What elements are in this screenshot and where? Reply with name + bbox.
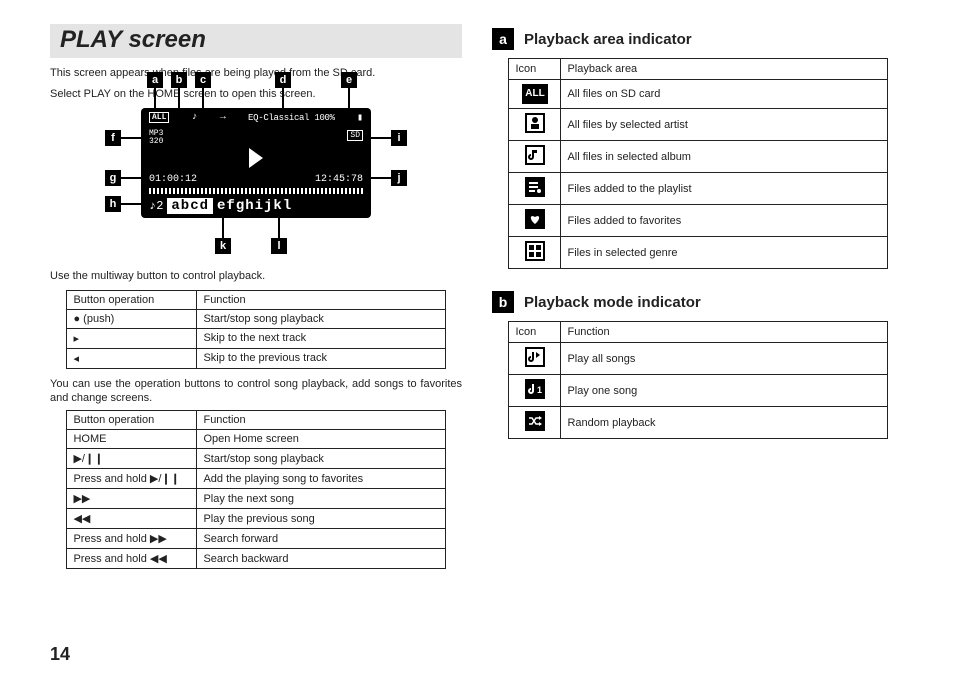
lcd-title-tail: efghijkl (217, 198, 292, 214)
table-cell: ▸ (67, 328, 197, 348)
table-header: Button operation (67, 290, 197, 309)
callout-a: a (147, 72, 163, 88)
table-cell: Start/stop song playback (197, 449, 445, 469)
lcd-screen: ALL ♪ → EQ-Classical 100% ▮ MP3 320 SD 0… (141, 108, 371, 218)
table-cell: ◂ (67, 348, 197, 368)
intro-line-2: Select PLAY on the HOME screen to open t… (50, 87, 462, 102)
table-header: Function (197, 290, 445, 309)
random-icon (509, 407, 561, 439)
table-cell: All files by selected artist (561, 109, 887, 141)
table-cell: Skip to the next track (197, 328, 445, 348)
play-one-icon: 1 (509, 375, 561, 407)
playlist-icon (509, 173, 561, 205)
table-cell: ▶/❙❙ (67, 449, 197, 469)
callout-f: f (105, 130, 121, 146)
intro-line-1: This screen appears when files are being… (50, 66, 462, 81)
section-badge-a: a (492, 28, 514, 50)
mode-indicator-table: IconFunction Play all songs 1 Play one so… (508, 321, 887, 439)
table-cell: Files added to favorites (561, 205, 887, 237)
table-cell: All files on SD card (561, 80, 887, 109)
left-column: PLAY screen This screen appears when fil… (50, 24, 462, 569)
section-badge-b: b (492, 291, 514, 313)
table-cell: All files in selected album (561, 141, 887, 173)
table-cell: Skip to the previous track (197, 348, 445, 368)
table-cell: ● (push) (67, 309, 197, 328)
play-all-icon (509, 343, 561, 375)
table-cell: Play one song (561, 375, 887, 407)
lcd-play-icon (249, 148, 263, 168)
table-cell: Search backward (197, 549, 445, 569)
callout-b: b (171, 72, 187, 88)
lcd-area-icon: ALL (149, 112, 169, 123)
lcd-title-highlight: abcd (167, 198, 213, 214)
table-cell: Search forward (197, 529, 445, 549)
genre-icon (509, 237, 561, 269)
callout-e: e (341, 72, 357, 88)
table-cell: Press and hold ▶/❙❙ (67, 469, 197, 489)
table-cell: Random playback (561, 407, 887, 439)
area-indicator-table: IconPlayback area ALLAll files on SD car… (508, 58, 887, 269)
album-icon (509, 141, 561, 173)
table-cell: ▶▶ (67, 489, 197, 509)
favorites-icon (509, 205, 561, 237)
table-cell: Play the next song (197, 489, 445, 509)
table-cell: Files added to the playlist (561, 173, 887, 205)
lcd-diagram: a b c d e f g h i j (50, 108, 462, 223)
section-a-title: Playback area indicator (524, 31, 692, 48)
page-heading: PLAY screen (60, 26, 452, 54)
table-header: Function (561, 322, 887, 343)
heading-bar: PLAY screen (50, 24, 462, 58)
ops-caption: You can use the operation buttons to con… (50, 377, 462, 407)
table-cell: Play all songs (561, 343, 887, 375)
callout-c: c (195, 72, 211, 88)
callout-g: g (105, 170, 121, 186)
table-header: Function (197, 411, 445, 430)
section-b-title: Playback mode indicator (524, 294, 701, 311)
multiway-table: Button operationFunction ● (push)Start/s… (66, 290, 445, 369)
lcd-time-elapsed: 01:00:12 (149, 174, 197, 185)
lcd-sd-icon: SD (347, 130, 363, 141)
lcd-eq-text: EQ-Classical 100% (248, 113, 335, 123)
table-cell: HOME (67, 430, 197, 449)
callout-i: i (391, 130, 407, 146)
callout-l: l (271, 238, 287, 254)
callout-d: d (275, 72, 291, 88)
multiway-caption: Use the multiway button to control playb… (50, 269, 462, 284)
music-note-icon: ♪2 (149, 199, 163, 213)
lcd-time-remaining: 12:45:78 (315, 174, 363, 185)
table-cell: ◀◀ (67, 509, 197, 529)
lcd-progress-bar (149, 188, 363, 194)
table-cell: Play the previous song (197, 509, 445, 529)
page-number: 14 (50, 644, 70, 665)
lcd-bitrate: 320 (149, 138, 163, 146)
table-cell: Start/stop song playback (197, 309, 445, 328)
table-header: Icon (509, 322, 561, 343)
right-column: a Playback area indicator IconPlayback a… (492, 24, 904, 569)
table-header: Button operation (67, 411, 197, 430)
all-files-icon: ALL (509, 80, 561, 109)
operation-table: Button operationFunction HOMEOpen Home s… (66, 410, 445, 569)
artist-icon (509, 109, 561, 141)
table-cell: Files in selected genre (561, 237, 887, 269)
table-cell: Open Home screen (197, 430, 445, 449)
callout-j: j (391, 170, 407, 186)
callout-h: h (105, 196, 121, 212)
table-cell: Press and hold ◀◀ (67, 549, 197, 569)
table-header: Playback area (561, 59, 887, 80)
table-cell: Press and hold ▶▶ (67, 529, 197, 549)
table-cell: Add the playing song to favorites (197, 469, 445, 489)
table-header: Icon (509, 59, 561, 80)
callout-k: k (215, 238, 231, 254)
svg-text:1: 1 (537, 385, 542, 395)
